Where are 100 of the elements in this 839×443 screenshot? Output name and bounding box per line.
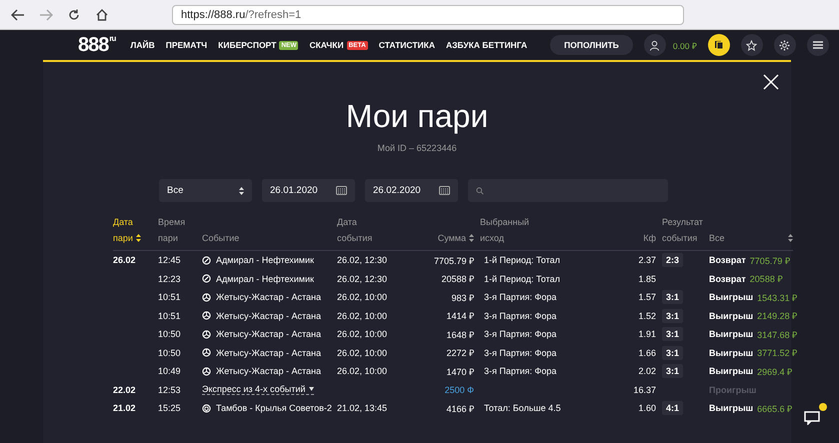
site-logo[interactable]: 888$^{ru}$ <box>78 34 116 56</box>
bet-date: 21.02 <box>113 403 136 414</box>
event-date: 26.02, 12:30 <box>337 274 388 284</box>
stake-amount: 2500 Ф <box>444 384 474 395</box>
event-score: 3:1 <box>662 290 684 304</box>
circle-slash-icon <box>202 274 211 284</box>
bet-time: 12:53 <box>158 384 181 395</box>
sort-icon[interactable] <box>788 234 793 242</box>
column-header: Дата события <box>337 210 417 251</box>
sort-icon[interactable] <box>469 234 474 242</box>
event-score: 3:1 <box>662 346 684 360</box>
payout-amount: 2149.28 ₽ <box>757 310 798 322</box>
column-header[interactable]: Сумма <box>417 210 480 251</box>
selected-outcome: Тотал: Больше 4.5 <box>484 403 561 414</box>
odds-value: 2.37 <box>638 255 656 266</box>
bet-status: Выигрыш <box>709 348 754 358</box>
volleyball-icon <box>202 366 211 376</box>
user-id-text: Мой ID – 65223446 <box>377 143 457 153</box>
deposit-button[interactable]: ПОПОЛНИТЬ <box>550 35 633 55</box>
event-name: Жетысу-Жастар - Астана <box>216 292 321 302</box>
volleyball-icon <box>202 330 211 339</box>
bet-time: 10:49 <box>158 366 181 376</box>
express-link[interactable]: Экспресс из 4-х событий <box>202 384 314 396</box>
calendar-icon[interactable] <box>439 186 450 195</box>
date-from-field[interactable]: 26.01.2020 <box>262 179 355 202</box>
selected-outcome: 3-я Партия: Фора <box>484 348 557 358</box>
odds-value: 1.91 <box>638 329 656 340</box>
page-title: Мои пари <box>346 98 488 135</box>
event-name: Жетысу-Жастар - Астана <box>216 348 321 358</box>
volleyball-icon <box>202 311 211 320</box>
bet-time: 12:45 <box>158 255 181 266</box>
type-select[interactable]: Все <box>159 179 252 202</box>
volleyball-icon <box>202 348 211 358</box>
column-header: Время пари <box>158 210 202 251</box>
payout-amount: 7705.79 ₽ <box>750 254 790 267</box>
select-arrows-icon[interactable] <box>239 186 244 194</box>
user-icon[interactable] <box>644 34 666 56</box>
event-name: Жетысу-Жастар - Астана <box>216 366 321 376</box>
bet-time: 10:51 <box>158 292 181 302</box>
bet-date: 26.02 <box>113 255 136 266</box>
odds-value: 16.37 <box>633 384 656 395</box>
bet-status: Выигрыш <box>709 292 754 302</box>
caret-icon[interactable] <box>309 387 314 392</box>
event-score: 2:3 <box>662 253 684 268</box>
odds-value: 2.02 <box>638 366 656 376</box>
column-header[interactable]: Все <box>709 210 793 251</box>
event-name: Адмирал - Нефтехимик <box>216 274 314 284</box>
nav-link[interactable]: ПРЕМАТЧ <box>166 40 208 50</box>
search-field[interactable] <box>468 179 668 202</box>
calendar-icon[interactable] <box>336 186 347 195</box>
event-date: 21.02, 13:45 <box>337 403 388 414</box>
nav-link[interactable]: ЛАЙВ <box>130 40 155 50</box>
selected-outcome: 3-я Партия: Фора <box>484 329 557 340</box>
payout-amount: 3771.52 ₽ <box>757 347 798 360</box>
date-to-field[interactable]: 26.02.2020 <box>365 179 458 202</box>
selected-outcome: 1-й Период: Тотал <box>484 274 560 284</box>
bet-status: Выигрыш <box>709 403 754 414</box>
nav-link[interactable]: АЗБУКА БЕТТИНГА <box>446 40 528 50</box>
event-name: Жетысу-Жастар - Астана <box>216 329 321 340</box>
search-icon <box>476 186 484 194</box>
menu-icon[interactable] <box>806 34 829 56</box>
stake-amount: 2272 ₽ <box>446 347 474 360</box>
bet-time: 15:25 <box>158 403 181 414</box>
close-icon[interactable] <box>763 74 779 90</box>
event-score: 3:1 <box>662 327 684 342</box>
selected-outcome: 3-я Партия: Фора <box>484 310 557 321</box>
payout-amount: 6665.6 ₽ <box>757 402 792 415</box>
settings-icon[interactable] <box>774 34 796 56</box>
address-bar[interactable]: https://888.ru/?refresh=1 <box>172 4 684 24</box>
sort-icon[interactable] <box>136 234 141 242</box>
stake-amount: 1470 ₽ <box>446 366 474 378</box>
event-name: Тамбов - Крылья Советов-2 <box>216 403 332 414</box>
bet-status: Выигрыш <box>709 310 754 321</box>
bet-status: Возврат <box>709 274 746 284</box>
column-header[interactable]: Дата пари <box>113 210 158 251</box>
event-date: 26.02, 10:00 <box>337 292 388 302</box>
selected-outcome: 1-й Период: Тотал <box>484 255 560 266</box>
bet-time: 10:51 <box>158 310 181 321</box>
payout-amount: 20588 ₽ <box>750 273 782 286</box>
bet-time: 10:50 <box>158 348 181 358</box>
event-date: 26.02, 10:00 <box>337 348 388 358</box>
payout-amount: 1543.31 ₽ <box>757 292 798 304</box>
event-name: Адмирал - Нефтехимик <box>216 255 314 266</box>
volleyball-icon <box>202 292 211 302</box>
balance-text: 0.00 ₽ <box>672 40 697 50</box>
odds-value: 1.57 <box>638 292 656 302</box>
event-date: 26.02, 12:30 <box>337 255 388 266</box>
nav-link[interactable]: СТАТИСТИКА <box>378 40 435 50</box>
event-score: 3:1 <box>662 308 684 323</box>
coins-icon[interactable] <box>708 34 730 56</box>
circle-slash-icon <box>202 256 211 265</box>
column-header: Событие <box>202 210 337 251</box>
payout-amount: 3147.68 ₽ <box>757 328 798 341</box>
bet-status: Выигрыш <box>709 366 754 376</box>
column-header: Результат события <box>662 210 709 251</box>
bet-time: 12:23 <box>158 274 181 284</box>
bet-status: Возврат <box>709 255 746 266</box>
column-header: Кф <box>620 210 662 251</box>
odds-value: 1.66 <box>638 348 656 358</box>
selected-outcome: 3-я Партия: Фора <box>484 366 557 376</box>
